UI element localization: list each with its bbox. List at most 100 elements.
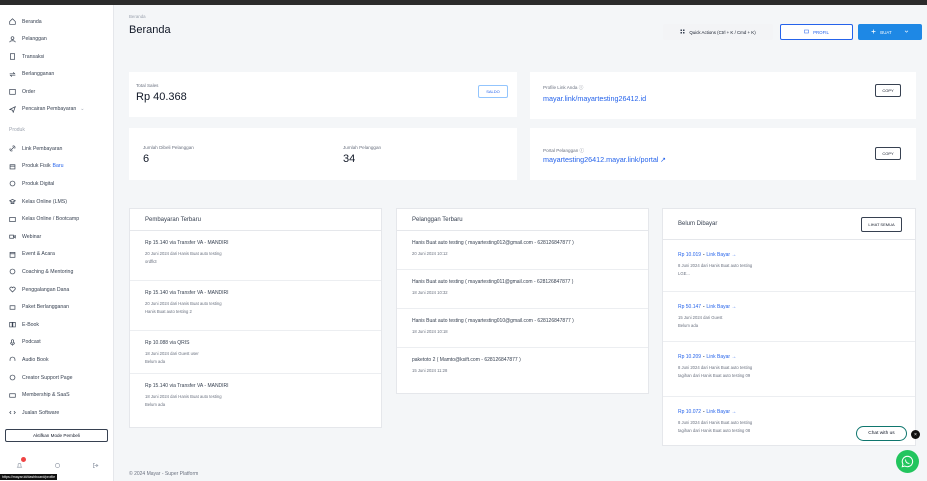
total-sales-card: Total Sales Rp 40.368 SALDO bbox=[129, 72, 517, 117]
sidebar-item-order[interactable]: Order bbox=[0, 83, 114, 101]
sidebar-item-label: E-Book bbox=[22, 321, 40, 328]
support-icon bbox=[9, 374, 16, 381]
customer-info: Hanis Buat auto testing ( mayartesting01… bbox=[412, 240, 574, 246]
chevron-down-icon bbox=[904, 29, 909, 35]
sidebar-item-paket-berlangganan[interactable]: Paket Berlangganan bbox=[0, 298, 114, 316]
sidebar-item-coaching[interactable]: Coaching & Mentoring bbox=[0, 263, 114, 281]
sidebar-item-produk-digital[interactable]: Produk Digital bbox=[0, 175, 114, 193]
new-badge: Baru bbox=[52, 163, 64, 170]
sidebar-item-jualan-software[interactable]: Jualan Software bbox=[0, 404, 114, 422]
portal-link-url[interactable]: mayartesting26412.mayar.link/portal bbox=[543, 155, 658, 164]
close-icon[interactable]: × bbox=[911, 430, 920, 439]
customer-date: 20 Juni 2024 10:12 bbox=[412, 251, 448, 256]
sidebar-item-label: Berlangganan bbox=[22, 71, 55, 78]
total-customers-value: 34 bbox=[343, 153, 356, 165]
profile-link-card: Profile Link Anda ⓘ mayar.link/mayartest… bbox=[530, 72, 916, 119]
total-customers-label: Jumlah Pelanggan bbox=[343, 145, 382, 150]
chat-with-us-button[interactable]: Chat with us bbox=[856, 426, 907, 441]
sidebar-item-pencairan[interactable]: Pencairan Pembayaran ⌄ bbox=[0, 101, 114, 119]
customer-row[interactable]: paketoto 2 ( Mamto@ksift.com - 628126847… bbox=[397, 348, 648, 388]
unpaid-meta: 8 Juni 2024 dari Hanis Buat auto testing bbox=[678, 263, 753, 268]
sidebar-item-kelas-lms[interactable]: Kelas Online (LMS) bbox=[0, 193, 114, 211]
sidebar-item-creator-support[interactable]: Creator Support Page bbox=[0, 369, 114, 387]
sidebar-item-label: Podcast bbox=[22, 339, 41, 346]
payment-row[interactable]: Rp 15.140 via Transfer VA - MANDIRI 18 J… bbox=[130, 374, 381, 426]
payment-meta: 20 Juni 2024 dari Hanis Buat auto testin… bbox=[145, 251, 222, 256]
pay-link[interactable]: Link Bayar → bbox=[706, 354, 736, 360]
portal-link-card: Portal Pelanggan ⓘ mayartesting26412.may… bbox=[530, 128, 916, 180]
sidebar-item-label: Transaksi bbox=[22, 53, 45, 60]
customer-row[interactable]: Hanis Buat auto testing ( mayartesting01… bbox=[397, 231, 648, 270]
profile-button[interactable]: PROFIL bbox=[780, 24, 853, 40]
sidebar-item-audio-book[interactable]: Audio Book bbox=[0, 351, 114, 369]
plus-icon bbox=[871, 29, 876, 35]
sidebar-item-berlangganan[interactable]: Berlangganan bbox=[0, 66, 114, 84]
stats-card: Jumlah Dibeli Pelanggan 6 Jumlah Pelangg… bbox=[129, 128, 517, 180]
unpaid-row[interactable]: Rp 50.147 - Link Bayar → 15 Juni 2024 da… bbox=[663, 292, 915, 342]
customer-info: Hanis Buat auto testing ( mayartesting01… bbox=[412, 279, 574, 285]
unpaid-amount: Rp 10.019 bbox=[678, 252, 702, 258]
digital-icon bbox=[9, 180, 16, 187]
bootcamp-icon bbox=[9, 216, 16, 223]
sidebar-item-bootcamp[interactable]: Kelas Online / Bootcamp bbox=[0, 210, 114, 228]
balance-button[interactable]: SALDO bbox=[478, 85, 508, 98]
customer-row[interactable]: Hanis Buat auto testing ( mayartesting01… bbox=[397, 309, 648, 348]
sidebar-item-membership[interactable]: Membership & SaaS bbox=[0, 386, 114, 404]
profile-icon bbox=[804, 29, 809, 35]
copy-portal-link-button[interactable]: COPY bbox=[875, 147, 901, 160]
unpaid-note: Belum ada bbox=[678, 323, 699, 328]
payment-product: Belum ada bbox=[145, 402, 166, 407]
unpaid-row[interactable]: Rp 10.019 - Link Bayar → 8 Juni 2024 dar… bbox=[663, 240, 915, 292]
sidebar-item-link-pembayaran[interactable]: Link Pembayaran bbox=[0, 140, 114, 158]
headphones-icon bbox=[9, 356, 16, 363]
payment-row[interactable]: Rp 15.140 via Transfer VA - MANDIRI 20 J… bbox=[130, 231, 381, 281]
quick-actions-button[interactable]: Quick Actions (Ctrl + K / Cmd + K) bbox=[663, 24, 773, 40]
payment-row[interactable]: Rp 15.140 via Transfer VA - MANDIRI 20 J… bbox=[130, 281, 381, 331]
view-all-button[interactable]: LIHAT SEMUA bbox=[861, 217, 902, 232]
payment-amount: Rp 15.140 via Transfer VA - MANDIRI bbox=[145, 290, 229, 296]
settings-icon[interactable] bbox=[54, 462, 61, 469]
calendar-icon bbox=[9, 251, 16, 258]
create-button[interactable]: BUAT bbox=[858, 24, 922, 40]
copyright: © 2024 Mayar - Super Platform bbox=[129, 471, 199, 477]
breadcrumb[interactable]: Beranda bbox=[129, 14, 146, 19]
total-products-label: Jumlah Dibeli Pelanggan bbox=[143, 145, 194, 150]
notification-badge bbox=[20, 456, 26, 462]
sidebar-item-webinar[interactable]: Webinar bbox=[0, 228, 114, 246]
sidebar-item-beranda[interactable]: Beranda bbox=[0, 13, 114, 31]
sidebar-item-penggalangan-dana[interactable]: Penggalangan Dana bbox=[0, 281, 114, 299]
sidebar-item-produk-fisik[interactable]: Produk Fisik Baru bbox=[0, 158, 114, 176]
payment-row[interactable]: Rp 10.088 via QRIS 18 Juni 2024 dari Gue… bbox=[130, 331, 381, 374]
unpaid-meta: 8 Juni 2024 dari Hanis Buat auto testing bbox=[678, 420, 753, 425]
receipt-icon bbox=[9, 53, 16, 60]
sidebar-item-label: Coaching & Mentoring bbox=[22, 268, 74, 275]
sidebar-item-pelanggan[interactable]: Pelanggan bbox=[0, 31, 114, 49]
users-icon bbox=[9, 36, 16, 43]
pay-link[interactable]: Link Bayar → bbox=[706, 409, 736, 415]
bell-icon[interactable] bbox=[16, 456, 26, 469]
sidebar-item-transaksi[interactable]: Transaksi bbox=[0, 48, 114, 66]
sidebar-item-ebook[interactable]: E-Book bbox=[0, 316, 114, 334]
sidebar-item-label: Membership & SaaS bbox=[22, 392, 70, 399]
logout-icon[interactable] bbox=[92, 462, 99, 469]
sidebar-item-label: Webinar bbox=[22, 233, 42, 240]
whatsapp-icon[interactable] bbox=[896, 450, 919, 473]
pay-link[interactable]: Link Bayar → bbox=[706, 252, 736, 258]
pay-link[interactable]: Link Bayar → bbox=[706, 304, 736, 310]
copy-profile-link-button[interactable]: COPY bbox=[875, 84, 901, 97]
sidebar-item-label: Audio Book bbox=[22, 356, 49, 363]
customer-row[interactable]: Hanis Buat auto testing ( mayartesting01… bbox=[397, 270, 648, 309]
customer-info: paketoto 2 ( Mamto@ksift.com - 628126847… bbox=[412, 357, 521, 363]
sidebar-item-event[interactable]: Event & Acara bbox=[0, 246, 114, 264]
unpaid-note: tagihan dari Hanis Buat auto testing 09 bbox=[678, 373, 751, 378]
sidebar-product-nav: Link Pembayaran Produk Fisik Baru Produk… bbox=[0, 140, 114, 422]
sidebar-item-label: Order bbox=[22, 88, 36, 95]
sidebar-item-label: Penggalangan Dana bbox=[22, 286, 70, 293]
portal-link[interactable]: mayartesting26412.mayar.link/portal ↗ bbox=[543, 155, 666, 164]
send-icon bbox=[9, 105, 16, 113]
profile-link-url[interactable]: mayar.link/mayartesting26412.id bbox=[543, 94, 646, 103]
buyer-mode-button[interactable]: Aktifkan Mode Pembeli bbox=[5, 429, 108, 442]
software-icon bbox=[9, 409, 16, 416]
unpaid-row[interactable]: Rp 10.209 - Link Bayar → 8 Juni 2024 dar… bbox=[663, 342, 915, 397]
sidebar-item-podcast[interactable]: Podcast bbox=[0, 334, 114, 352]
